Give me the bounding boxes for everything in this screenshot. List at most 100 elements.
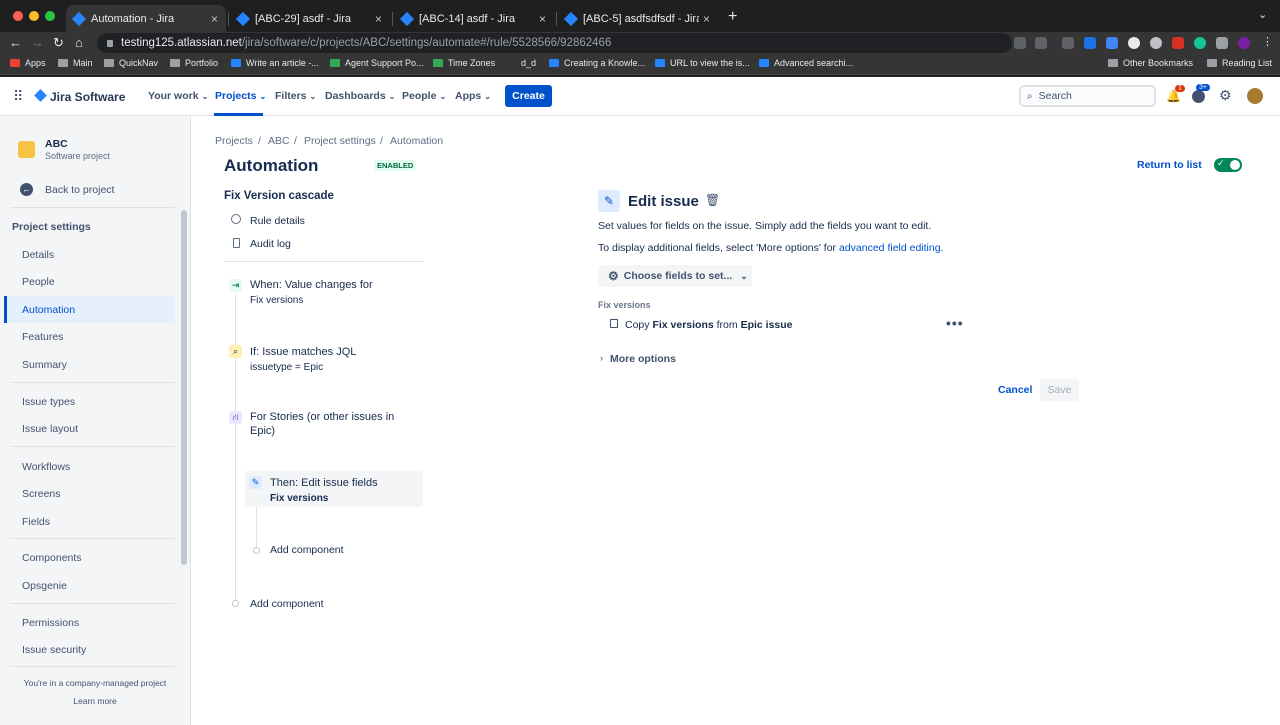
puzzle-icon[interactable] (1216, 37, 1228, 49)
sidebar-item-automation[interactable]: Automation (22, 304, 75, 316)
code-extension-icon[interactable] (1062, 37, 1074, 49)
browser-tab[interactable]: Automation - Jira × (66, 5, 226, 32)
new-tab-button[interactable]: + (728, 8, 737, 26)
bookmark-link[interactable]: Advanced searchi... (759, 58, 853, 68)
cancel-button[interactable]: Cancel (998, 384, 1032, 396)
editor-help-prefix: To display additional fields, select 'Mo… (598, 242, 837, 254)
branch-title[interactable]: For Stories (or other issues in (250, 411, 394, 423)
rule-details-link[interactable]: Rule details (250, 215, 305, 227)
learn-more-link[interactable]: Learn more (0, 696, 190, 706)
sidebar-item-permissions[interactable]: Permissions (22, 617, 79, 629)
forward-icon[interactable]: → (31, 35, 44, 50)
sidebar-item-fields[interactable]: Fields (22, 516, 50, 528)
address-bar[interactable]: testing125.atlassian.net/jira/software/c… (97, 33, 1012, 53)
breadcrumb-projects[interactable]: Projects (215, 135, 253, 147)
profile-avatar[interactable] (1238, 37, 1250, 49)
breadcrumb-automation[interactable]: Automation (390, 135, 443, 147)
extension-icon[interactable] (1172, 37, 1184, 49)
back-icon[interactable]: ← (9, 35, 22, 50)
bookmark-folder[interactable]: Portfolio (170, 58, 218, 68)
breadcrumb-project-settings[interactable]: Project settings (304, 135, 376, 147)
save-button[interactable]: Save (1040, 379, 1079, 401)
other-bookmarks[interactable]: Other Bookmarks (1108, 58, 1193, 68)
zoom-extension-icon[interactable] (1106, 37, 1118, 49)
minimize-window-button[interactable] (29, 11, 39, 21)
reload-icon[interactable]: ↻ (53, 35, 64, 51)
sidebar-item-workflows[interactable]: Workflows (22, 461, 70, 473)
sidebar-item-issue-types[interactable]: Issue types (22, 396, 75, 408)
rule-enabled-toggle[interactable]: ✓ (1214, 158, 1242, 172)
bookmark-link[interactable]: Creating a Knowle... (549, 58, 645, 68)
create-button[interactable]: Create (505, 85, 552, 107)
user-avatar[interactable] (1247, 88, 1263, 104)
bookmark-link[interactable]: d_d (521, 58, 536, 68)
zoom-window-button[interactable] (45, 11, 55, 21)
search-input[interactable]: ⌕ Search (1019, 85, 1156, 107)
reading-list[interactable]: Reading List (1207, 58, 1272, 68)
browser-tab[interactable]: [ABC-5] asdfsdfsdf - Jira × (558, 5, 718, 32)
browser-menu-icon[interactable]: ⋮ (1262, 35, 1273, 48)
bookmark-folder[interactable]: Main (58, 58, 93, 68)
bookmark-apps[interactable]: Apps (10, 58, 46, 68)
bookmark-link[interactable]: Agent Support Po... (330, 58, 424, 68)
choose-fields-dropdown[interactable]: ⚙ Choose fields to set... ⌄ (598, 265, 752, 287)
close-icon[interactable]: × (211, 12, 218, 26)
nav-apps[interactable]: Apps ⌄ (455, 90, 491, 102)
more-options-toggle[interactable]: More options (610, 353, 676, 365)
extension-icon[interactable] (1150, 37, 1162, 49)
selected-action-card[interactable]: ✎ Then: Edit issue fields Fix versions (245, 471, 423, 507)
gear-icon[interactable]: ⚙ (1219, 87, 1232, 104)
back-arrow-icon[interactable]: ← (20, 183, 33, 196)
sidebar-item-issue-security[interactable]: Issue security (22, 644, 86, 656)
advanced-field-editing-link[interactable]: advanced field editing. (839, 242, 944, 254)
bookmark-label: Write an article -... (246, 58, 319, 68)
sidebar-item-issue-layout[interactable]: Issue layout (22, 423, 78, 435)
product-name[interactable]: Jira Software (50, 90, 125, 104)
nav-filters[interactable]: Filters ⌄ (275, 90, 316, 102)
help-icon[interactable] (1192, 90, 1205, 103)
app-switcher-icon[interactable]: ⠿ (13, 88, 23, 105)
sidebar-item-components[interactable]: Components (22, 552, 82, 564)
close-icon[interactable]: × (703, 12, 710, 26)
trash-icon[interactable]: 🗑 (705, 193, 720, 207)
nav-people[interactable]: People ⌄ (402, 90, 446, 102)
browser-tab[interactable]: [ABC-14] asdf - Jira × (394, 5, 554, 32)
back-to-project-link[interactable]: Back to project (45, 184, 114, 196)
bookmark-folder[interactable]: QuickNav (104, 58, 158, 68)
share-icon[interactable] (1014, 37, 1026, 49)
close-icon[interactable]: × (375, 12, 382, 26)
sidebar-item-opsgenie[interactable]: Opsgenie (22, 580, 67, 592)
extension-icon[interactable] (1128, 37, 1140, 49)
grammarly-icon[interactable] (1194, 37, 1206, 49)
audit-log-link[interactable]: Audit log (250, 238, 291, 250)
bookmark-link[interactable]: Time Zones (433, 58, 495, 68)
sidebar-item-details[interactable]: Details (22, 249, 54, 261)
trigger-title[interactable]: When: Value changes for (250, 279, 373, 291)
sidebar-scrollbar[interactable] (181, 210, 187, 565)
home-icon[interactable]: ⌂ (75, 35, 83, 50)
copy-value[interactable]: Copy Fix versions from Epic issue (625, 319, 793, 331)
more-actions-icon[interactable]: ••• (946, 315, 964, 331)
tab-search-icon[interactable]: ⌄ (1258, 8, 1267, 21)
browser-tab[interactable]: [ABC-29] asdf - Jira × (230, 5, 390, 32)
bookmark-link[interactable]: Write an article -... (231, 58, 319, 68)
condition-title[interactable]: If: Issue matches JQL (250, 346, 356, 358)
breadcrumb-abc[interactable]: ABC (268, 135, 290, 147)
close-window-button[interactable] (13, 11, 23, 21)
sidebar-item-people[interactable]: People (22, 276, 55, 288)
add-component-rule[interactable]: Add component (250, 598, 324, 610)
jira-logo-icon[interactable] (34, 89, 47, 102)
nav-your-work[interactable]: Your work ⌄ (148, 90, 208, 102)
sidebar-item-screens[interactable]: Screens (22, 488, 61, 500)
bookmark-link[interactable]: URL to view the is... (655, 58, 750, 68)
star-icon[interactable] (1035, 37, 1047, 49)
nav-dashboards[interactable]: Dashboards ⌄ (325, 90, 395, 102)
chevron-right-icon[interactable]: › (600, 353, 603, 363)
add-component-branch[interactable]: Add component (270, 544, 344, 556)
close-icon[interactable]: × (539, 12, 546, 26)
return-to-list-link[interactable]: Return to list (1137, 159, 1202, 171)
translate-extension-icon[interactable] (1084, 37, 1096, 49)
sidebar-item-features[interactable]: Features (22, 331, 63, 343)
sidebar-item-summary[interactable]: Summary (22, 359, 67, 371)
nav-projects[interactable]: Projects ⌄ (215, 90, 266, 102)
